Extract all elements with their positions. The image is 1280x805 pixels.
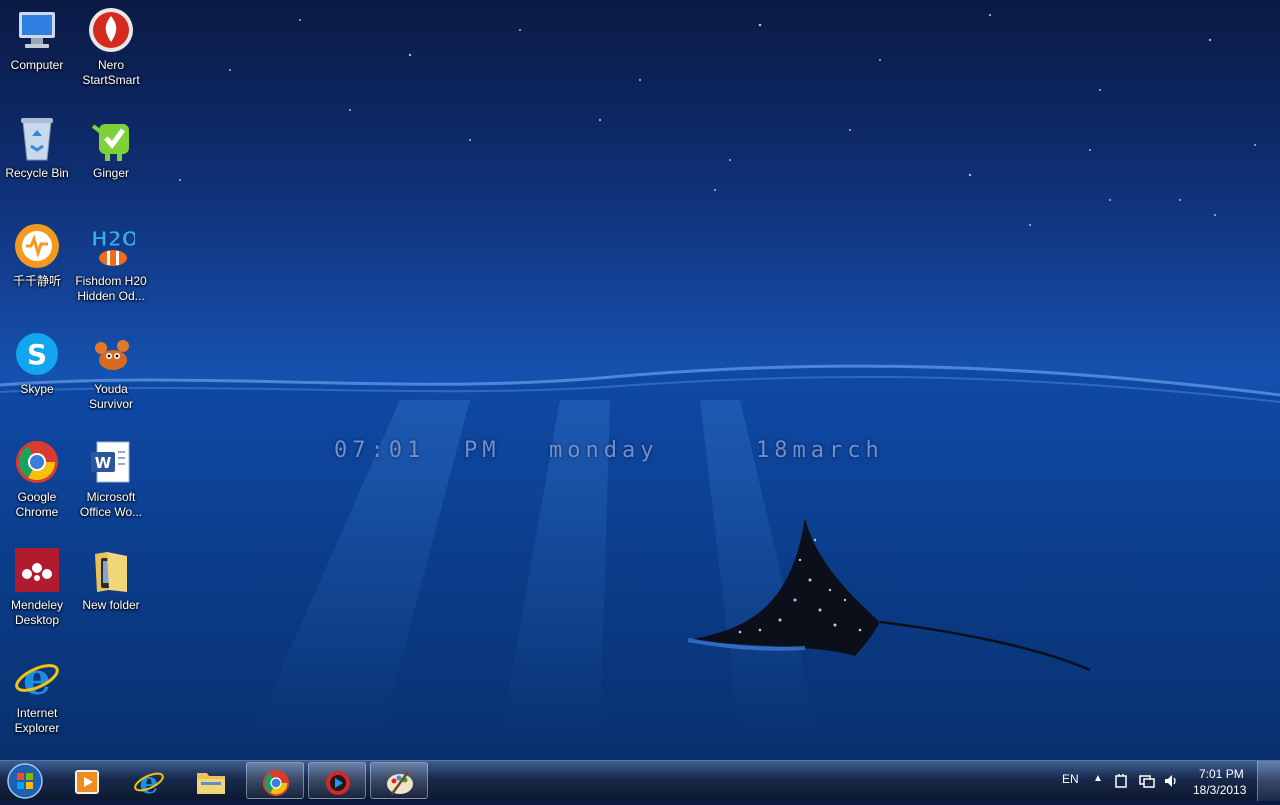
mendeley-icon	[13, 546, 61, 594]
desktop-icon-word[interactable]: W Microsoft Office Wo...	[74, 432, 148, 536]
paint-icon	[387, 771, 413, 795]
qvod-icon	[326, 771, 350, 795]
desktop-icon-internet-explorer[interactable]: e Internet Explorer	[0, 648, 74, 752]
taskbar-qvod-player[interactable]	[308, 762, 366, 799]
show-desktop-button[interactable]	[1257, 761, 1280, 801]
skype-icon: S	[13, 330, 61, 378]
desktop-icon-label: 千千静听	[12, 274, 61, 288]
desktop-icon-label: Skype	[20, 382, 54, 396]
desktop-icon-new-folder[interactable]: New folder	[74, 540, 148, 644]
clock-widget-time: 07:01	[334, 438, 426, 463]
desktop-icon-label: Ginger	[92, 166, 130, 180]
ie-icon: e	[134, 767, 164, 797]
ie-icon: e	[13, 654, 61, 705]
tray-clock-date[interactable]: 18/3/2013	[1193, 783, 1246, 797]
nero-icon	[87, 6, 135, 54]
media-player-icon	[75, 770, 99, 794]
taskbar: e EN ▲ 7:01 PM 18/3/2013	[0, 760, 1280, 801]
desktop-icon-ginger[interactable]: Ginger	[74, 108, 148, 212]
desktop-icon-label: Nero StartSmart	[82, 58, 140, 87]
tray-app-icon[interactable]	[1113, 773, 1129, 794]
svg-text:H2O: H2O	[91, 227, 135, 251]
clock-widget-ampm: PM	[464, 438, 501, 463]
explorer-icon	[197, 773, 225, 794]
desktop-icon-mendeley[interactable]: Mendeley Desktop	[0, 540, 74, 644]
chrome-icon	[13, 438, 61, 486]
volume-speaker-icon[interactable]	[1163, 773, 1179, 794]
show-hidden-icons-chevron-up-icon[interactable]: ▲	[1093, 773, 1103, 784]
taskbar-paint[interactable]	[370, 762, 428, 799]
desktop-icon-label: Internet Explorer	[14, 706, 60, 735]
clock-widget-day: monday	[549, 438, 659, 463]
clock-widget-date: 18march	[756, 438, 884, 463]
stars	[179, 13, 1256, 226]
youda-icon	[87, 330, 135, 378]
network-icon[interactable]	[1139, 773, 1155, 794]
tray-clock-time[interactable]: 7:01 PM	[1199, 767, 1244, 781]
desktop-icon-label: Recycle Bin	[5, 166, 69, 180]
desktop-icon-ttplayer[interactable]: 千千静听	[0, 216, 74, 320]
svg-text:e: e	[23, 654, 51, 702]
start-button[interactable]	[4, 762, 46, 800]
recycle-bin-icon	[13, 114, 61, 162]
desktop-icon-label: Computer	[10, 58, 64, 72]
desktop-icon-label: Microsoft Office Wo...	[79, 490, 143, 519]
svg-text:e: e	[139, 767, 158, 797]
desktop-icon-label: Google Chrome	[15, 490, 59, 519]
taskbar-internet-explorer[interactable]: e	[120, 762, 178, 799]
language-indicator[interactable]: EN	[1062, 772, 1079, 786]
desktop-wallpaper	[0, 13, 1280, 760]
word-icon: W	[87, 438, 135, 486]
taskbar-windows-explorer[interactable]	[182, 762, 240, 799]
desktop-icon-youda[interactable]: Youda Survivor	[74, 324, 148, 428]
desktop-icon-chrome[interactable]: Google Chrome	[0, 432, 74, 536]
computer-icon	[13, 6, 61, 54]
svg-text:S: S	[27, 338, 47, 371]
svg-text:W: W	[95, 454, 112, 472]
desktop-icon-label: Youda Survivor	[88, 382, 133, 411]
desktop-icon-label: New folder	[82, 598, 140, 612]
ginger-icon	[87, 114, 135, 162]
desktop-icon-label: Mendeley Desktop	[10, 598, 64, 627]
desktop-icon-skype[interactable]: S Skype	[0, 324, 74, 428]
taskbar-media-player[interactable]	[58, 762, 116, 799]
chrome-icon	[262, 769, 290, 797]
desktop-icon-nero[interactable]: Nero StartSmart	[74, 0, 148, 104]
fishdom-icon: H2O	[87, 222, 139, 270]
ttplayer-icon	[13, 222, 61, 270]
desktop-icon-recycle-bin[interactable]: Recycle Bin	[0, 108, 74, 212]
desktop-icon-fishdom[interactable]: H2O Fishdom H20 Hidden Od...	[74, 216, 148, 320]
desktop-icon-computer[interactable]: Computer	[0, 0, 74, 104]
taskbar-google-chrome[interactable]	[246, 762, 304, 799]
folder-icon	[87, 546, 135, 594]
desktop-icon-label: Fishdom H20 Hidden Od...	[75, 274, 147, 303]
